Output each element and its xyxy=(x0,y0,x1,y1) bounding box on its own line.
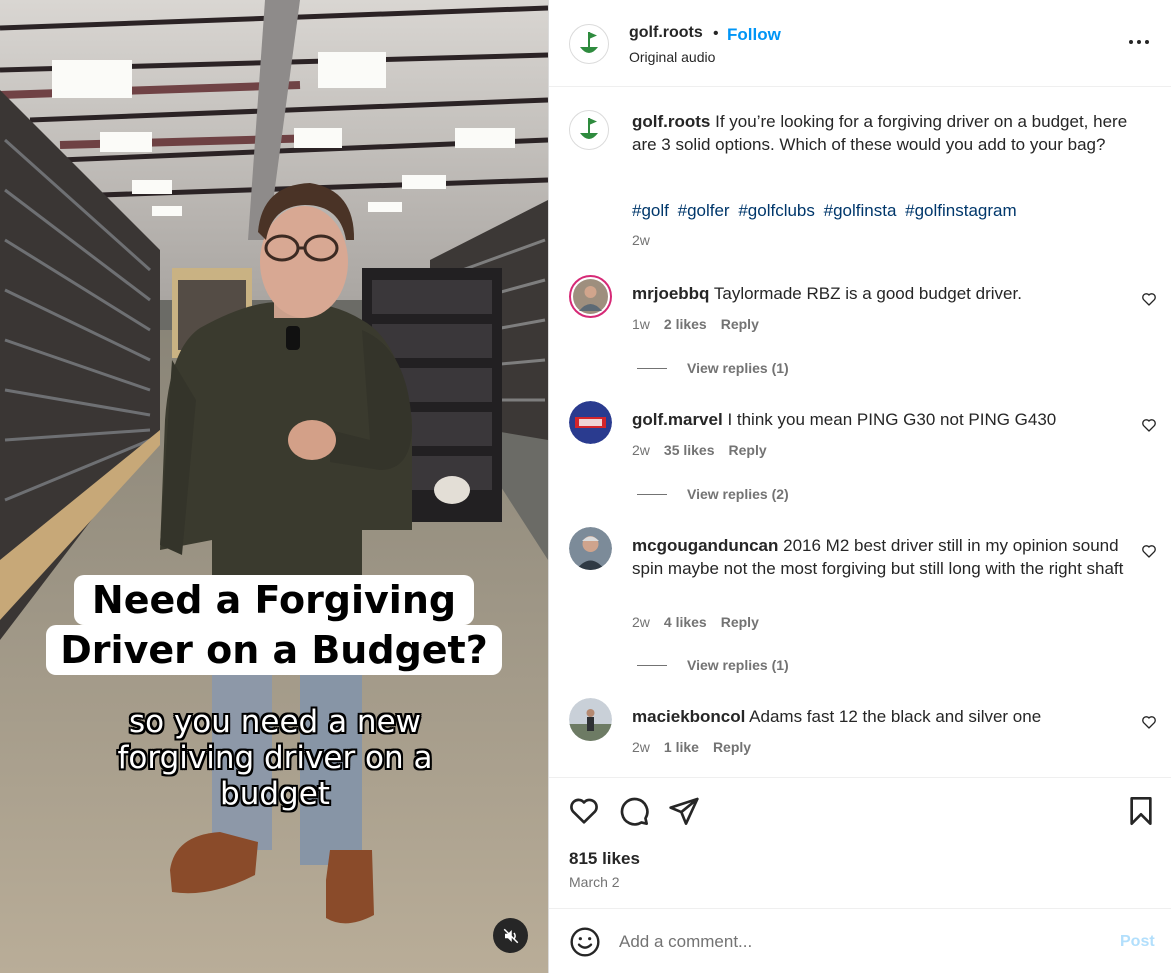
heart-icon[interactable] xyxy=(1141,417,1157,433)
mute-icon xyxy=(503,928,518,943)
likes-count[interactable]: 815 likes xyxy=(569,849,640,869)
replies-divider xyxy=(637,367,667,369)
video-subtitle: so you need a new forgiving driver on a … xyxy=(117,704,433,812)
comment-meta: 2w 35 likes Reply xyxy=(632,442,767,458)
mute-toggle-button[interactable] xyxy=(493,918,528,953)
comment-username[interactable]: mcgouganduncan xyxy=(632,536,778,555)
share-icon[interactable] xyxy=(668,795,700,827)
comment-likes[interactable]: 4 likes xyxy=(664,614,707,630)
comment-time: 2w xyxy=(632,442,650,458)
author-username[interactable]: golf.roots xyxy=(629,24,703,42)
comment-composer: Post xyxy=(549,908,1171,973)
comment-icon[interactable] xyxy=(618,795,650,827)
caption-username[interactable]: golf.roots xyxy=(632,112,710,131)
instagram-post-dialog: Need a Forgiving Driver on a Budget? so … xyxy=(0,0,1171,973)
hashtag-link[interactable]: #golfinsta xyxy=(824,201,897,220)
view-replies-label: View replies (1) xyxy=(687,657,789,673)
comment-username[interactable]: mrjoebbq xyxy=(632,284,709,303)
hashtag-link[interactable]: #golfer xyxy=(678,201,730,220)
replies-divider xyxy=(637,664,667,666)
overlay-line-2: Driver on a Budget? xyxy=(46,625,502,675)
view-replies-label: View replies (2) xyxy=(687,486,789,502)
heart-icon[interactable] xyxy=(1141,291,1157,307)
comment-input[interactable] xyxy=(619,929,1099,955)
caption-author-avatar[interactable] xyxy=(569,110,609,150)
comment-username[interactable]: golf.marvel xyxy=(632,410,723,429)
comment-username[interactable]: maciekboncol xyxy=(632,707,745,726)
bookmark-icon[interactable] xyxy=(1125,795,1157,827)
view-replies-button[interactable]: View replies (2) xyxy=(637,486,789,502)
comment-meta: 1w 2 likes Reply xyxy=(632,316,759,332)
post-comment-button[interactable]: Post xyxy=(1120,933,1155,951)
comment-text: I think you mean PING G30 not PING G430 xyxy=(727,410,1057,429)
heart-icon[interactable] xyxy=(568,795,600,827)
video-text-overlay: Need a Forgiving Driver on a Budget? xyxy=(46,571,502,679)
comment-body: mcgouganduncan 2016 M2 best driver still… xyxy=(632,534,1132,580)
caption-hashtags: #golf #golfer #golfclubs #golfinsta #gol… xyxy=(632,201,1021,221)
commenter-photo xyxy=(569,401,612,444)
post-caption: golf.roots If you’re looking for a forgi… xyxy=(632,110,1132,156)
emoji-icon[interactable] xyxy=(569,926,601,958)
comment-likes[interactable]: 35 likes xyxy=(664,442,715,458)
comment-body: golf.marvel I think you mean PING G30 no… xyxy=(632,408,1132,431)
comment-likes[interactable]: 1 like xyxy=(664,739,699,755)
comment-body: mrjoebbq Taylormade RBZ is a good budget… xyxy=(632,282,1132,305)
commenter-avatar[interactable] xyxy=(569,698,612,741)
view-replies-button[interactable]: View replies (1) xyxy=(637,657,789,673)
replies-divider xyxy=(637,493,667,495)
comment-text: Adams fast 12 the black and silver one xyxy=(749,707,1042,726)
comments-list[interactable]: golf.roots If you’re looking for a forgi… xyxy=(549,88,1171,776)
comment-likes[interactable]: 2 likes xyxy=(664,316,707,332)
comment-text: Taylormade RBZ is a good budget driver. xyxy=(713,284,1022,303)
comment-time: 2w xyxy=(632,614,650,630)
reply-button[interactable]: Reply xyxy=(713,739,751,755)
hashtag-link[interactable]: #golfinstagram xyxy=(905,201,1017,220)
author-avatar[interactable] xyxy=(569,24,609,64)
comment-body: maciekboncol Adams fast 12 the black and… xyxy=(632,705,1132,728)
hashtag-link[interactable]: #golf xyxy=(632,201,669,220)
hashtag-link[interactable]: #golfclubs xyxy=(738,201,815,220)
video-frame xyxy=(0,0,548,973)
commenter-avatar[interactable] xyxy=(569,401,612,444)
comment-meta: 2w 4 likes Reply xyxy=(632,614,759,630)
commenter-photo xyxy=(569,698,612,741)
overlay-line-1: Need a Forgiving xyxy=(73,575,475,625)
post-header: golf.roots • Follow Original audio xyxy=(549,0,1171,87)
view-replies-label: View replies (1) xyxy=(687,360,789,376)
commenter-photo xyxy=(569,527,612,570)
post-date: March 2 xyxy=(569,874,620,890)
reply-button[interactable]: Reply xyxy=(721,614,759,630)
comment-meta: 2w 1 like Reply xyxy=(632,739,751,755)
golf-roots-logo-icon xyxy=(580,32,598,53)
audio-link[interactable]: Original audio xyxy=(629,49,715,65)
post-actions: 815 likes March 2 xyxy=(549,777,1171,908)
reply-button[interactable]: Reply xyxy=(729,442,767,458)
separator-dot: • xyxy=(713,25,719,42)
reply-button[interactable]: Reply xyxy=(721,316,759,332)
more-options-icon[interactable] xyxy=(1127,30,1151,54)
heart-icon[interactable] xyxy=(1141,543,1157,559)
caption-timestamp: 2w xyxy=(632,232,650,248)
golf-roots-logo-icon xyxy=(580,118,598,139)
post-details-panel: golf.roots • Follow Original audio golf.… xyxy=(548,0,1171,973)
follow-button[interactable]: Follow xyxy=(727,25,781,45)
commenter-photo xyxy=(573,279,608,314)
heart-icon[interactable] xyxy=(1141,714,1157,730)
commenter-avatar[interactable] xyxy=(569,275,612,318)
comment-time: 1w xyxy=(632,316,650,332)
video-player[interactable]: Need a Forgiving Driver on a Budget? so … xyxy=(0,0,548,973)
commenter-avatar[interactable] xyxy=(569,527,612,570)
view-replies-button[interactable]: View replies (1) xyxy=(637,360,789,376)
comment-time: 2w xyxy=(632,739,650,755)
